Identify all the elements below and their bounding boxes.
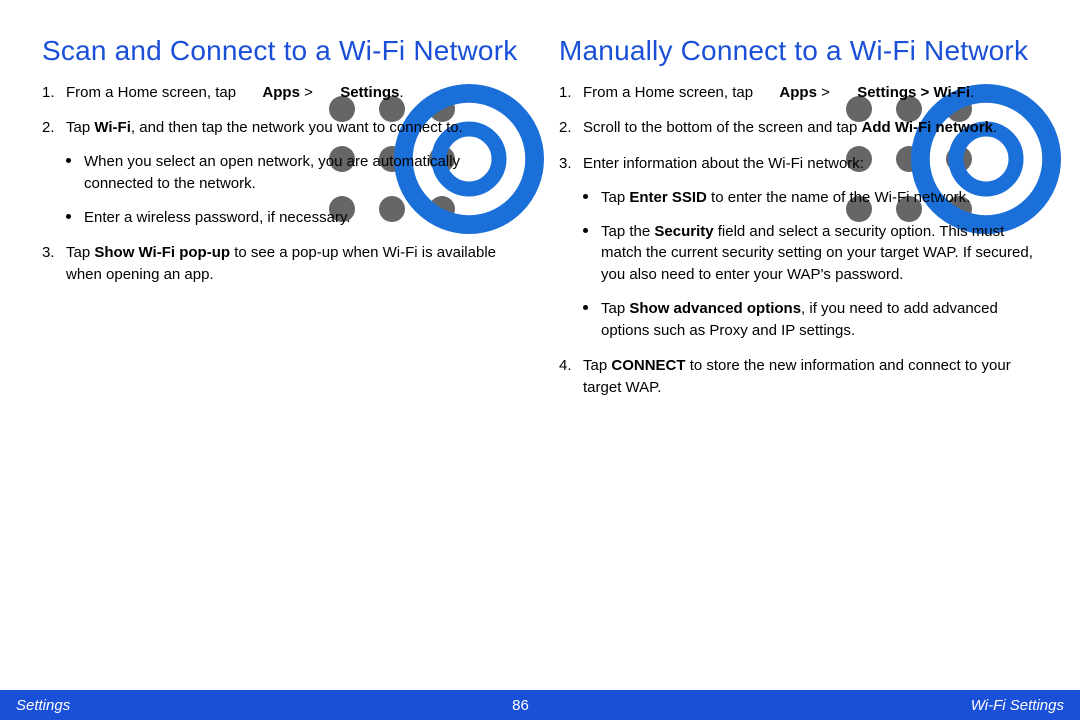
- manual-step-3: Enter information about the Wi-Fi networ…: [559, 153, 1038, 341]
- heading-manual-connect: Manually Connect to a Wi-Fi Network: [559, 34, 1038, 68]
- footer-page-number: 86: [512, 697, 529, 714]
- heading-scan-connect: Scan and Connect to a Wi-Fi Network: [42, 34, 521, 68]
- footer-section: Settings: [16, 697, 70, 714]
- manual-bullet-security: Tap the Security field and select a secu…: [583, 221, 1038, 286]
- scan-step-2-bullets: When you select an open network, you are…: [66, 151, 521, 228]
- manual-step-1: From a Home screen, tap Apps > Settings …: [559, 82, 1038, 104]
- gear-icon: [319, 84, 335, 100]
- scan-step-3: Tap Show Wi-Fi pop-up to see a pop-up wh…: [42, 242, 521, 286]
- scan-bullet-open-network: When you select an open network, you are…: [66, 151, 521, 195]
- page-footer: Settings 86 Wi-Fi Settings: [0, 690, 1080, 720]
- manual-step-4: Tap CONNECT to store the new information…: [559, 355, 1038, 399]
- scan-bullet-password: Enter a wireless password, if necessary.: [66, 207, 521, 229]
- gear-icon: [836, 84, 852, 100]
- manual-steps: From a Home screen, tap Apps > Settings …: [559, 82, 1038, 399]
- scan-step-1: From a Home screen, tap Apps > Settings.: [42, 82, 521, 104]
- manual-step-2: Scroll to the bottom of the screen and t…: [559, 117, 1038, 139]
- manual-step-3-bullets: Tap Enter SSID to enter the name of the …: [583, 187, 1038, 342]
- right-column: Manually Connect to a Wi-Fi Network From…: [559, 34, 1038, 684]
- scan-steps: From a Home screen, tap Apps > Settings.…: [42, 82, 521, 286]
- left-column: Scan and Connect to a Wi-Fi Network From…: [42, 34, 521, 684]
- manual-bullet-advanced: Tap Show advanced options, if you need t…: [583, 298, 1038, 342]
- manual-bullet-ssid: Tap Enter SSID to enter the name of the …: [583, 187, 1038, 209]
- footer-subsection: Wi-Fi Settings: [971, 697, 1064, 714]
- apps-icon: [759, 84, 774, 99]
- scan-step-2: Tap Wi-Fi, and then tap the network you …: [42, 117, 521, 228]
- apps-icon: [242, 84, 257, 99]
